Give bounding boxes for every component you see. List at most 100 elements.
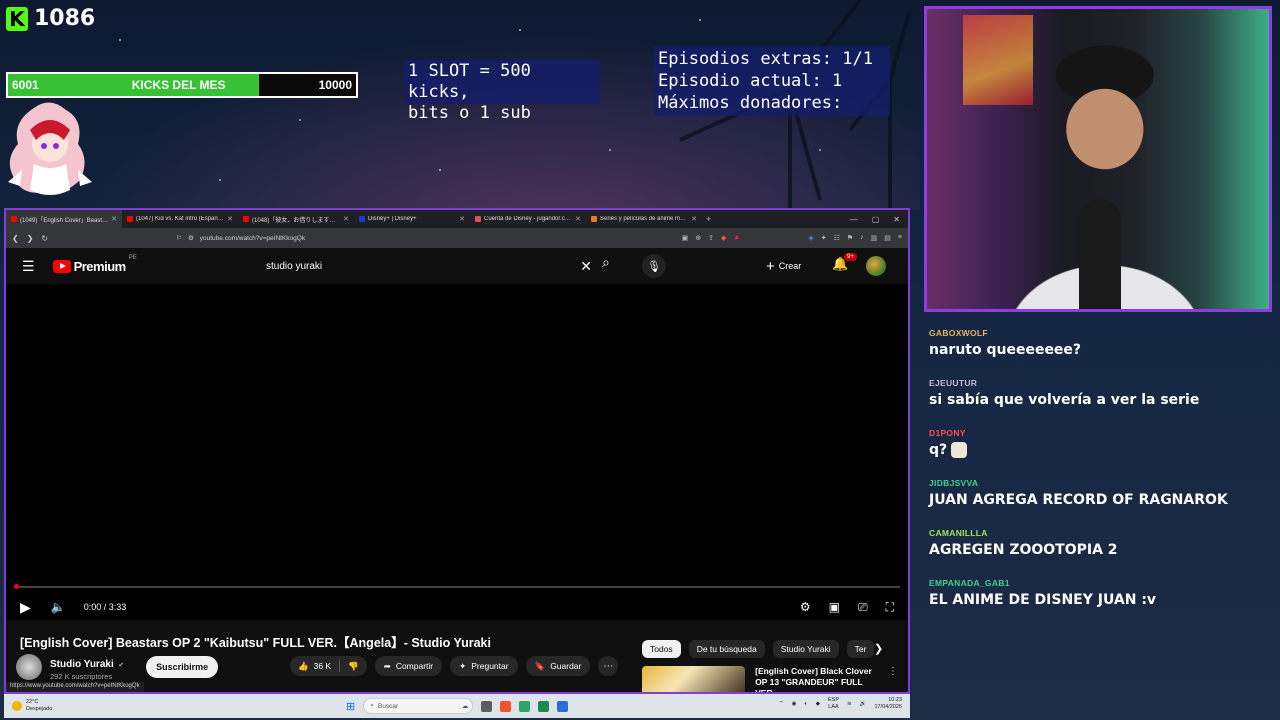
extension-icon[interactable]: ⚑ (847, 234, 853, 242)
maximize-icon[interactable]: ▢ (872, 215, 880, 224)
progress-scrubber[interactable] (14, 584, 19, 589)
chat-emote-icon (951, 442, 968, 458)
create-button[interactable]: + Crear (766, 256, 801, 276)
tray-app-icon[interactable]: ◆ (816, 701, 820, 707)
microphone-icon[interactable]: 🎙 (642, 254, 666, 278)
thumbs-up-icon: 👍 (298, 660, 309, 671)
sidebar-icon[interactable]: ▥ (871, 234, 878, 242)
tray-chevron-icon[interactable]: ⌃ (779, 701, 784, 707)
close-tab-icon[interactable]: ✕ (691, 215, 697, 223)
browser-tab[interactable]: (1047) Kid vs. Kat intro (Español Latin✕ (122, 210, 238, 228)
search-icon[interactable]: ⌕ (602, 254, 610, 271)
search-input[interactable]: studio yuraki ✕ (260, 253, 598, 279)
ask-label: Preguntar (471, 661, 509, 671)
rewards-icon[interactable]: ▲ (733, 234, 740, 242)
minimize-icon[interactable]: — (850, 215, 858, 224)
like-button[interactable]: 👍 36 K (290, 661, 339, 672)
hamburger-menu-icon[interactable]: ☰ (22, 258, 35, 275)
chevron-right-icon[interactable]: ❯ (874, 642, 883, 655)
spreadsheet-app-icon[interactable] (538, 700, 550, 712)
share-button[interactable]: ➦ Compartir (374, 656, 443, 676)
chat-message: GABOXWOLF naruto queeeeeee? (924, 324, 1274, 374)
screenshot-icon[interactable]: ▣ (682, 234, 689, 242)
speaker-icon[interactable]: 🔊 (860, 701, 867, 707)
settings-gear-icon[interactable]: ⚙ (800, 600, 811, 615)
ask-button[interactable]: ✦ Preguntar (450, 656, 518, 676)
translate-icon[interactable]: ◈ (808, 234, 813, 242)
recommended-title[interactable]: [English Cover] Black Clover OP 13 "GRAN… (755, 666, 882, 692)
task-view-icon[interactable] (481, 700, 493, 712)
studio-microphone-image (1079, 199, 1121, 309)
channel-name[interactable]: Studio Yuraki (50, 659, 114, 670)
channel-avatar[interactable] (16, 654, 42, 680)
windows-start-icon[interactable]: ⊞ (346, 700, 355, 713)
account-avatar[interactable] (866, 256, 886, 276)
browser-tab[interactable]: (1049)「English Cover」Beastars ✕ (6, 210, 122, 228)
youtube-premium-logo[interactable]: Premium PE (52, 255, 137, 274)
webcam-feed (924, 6, 1272, 312)
brave-browser-icon[interactable] (500, 700, 512, 712)
clock[interactable]: 10:23 17/04/2026 (874, 697, 902, 711)
play-icon[interactable]: ▶ (20, 599, 31, 616)
wifi-icon[interactable]: ≋ (847, 701, 852, 707)
reload-icon[interactable]: ↻ (41, 234, 48, 243)
volume-icon[interactable]: 🔈 (51, 600, 66, 614)
recommended-video[interactable]: [English Cover] Black Clover OP 13 "GRAN… (642, 666, 898, 692)
browser-tab[interactable]: Cuenta de Disney - jugandor.contac ✕ (470, 210, 586, 228)
url-field[interactable]: ⚐ ⚙ youtube.com/watch?v=peINtKkogQk (176, 231, 616, 245)
kick-logo-icon: K (6, 6, 28, 31)
yt-region: PE (128, 254, 137, 261)
miniplayer-icon[interactable]: ▣ (829, 600, 840, 615)
close-tab-icon[interactable]: ✕ (227, 215, 233, 223)
save-label: Guardar (550, 661, 582, 671)
subscribe-button[interactable]: Suscribirme (146, 656, 219, 678)
save-button[interactable]: 🔖 Guardar (525, 656, 591, 676)
filter-chip[interactable]: De tu búsqueda (688, 640, 765, 658)
extension-icon[interactable]: ✦ (821, 234, 827, 242)
thumbs-down-icon: 👎 (348, 660, 359, 671)
close-tab-icon[interactable]: ✕ (343, 215, 349, 223)
language-indicator[interactable]: ESP LAA (828, 697, 839, 711)
filter-chip[interactable]: Studio Yuraki (772, 640, 839, 658)
video-player[interactable]: ▶ 🔈 0:00 / 3:33 ⚙ ▣ ⎚ ⛶ (6, 284, 908, 620)
share-icon[interactable]: ⇪ (708, 234, 714, 242)
bookmark-icon[interactable]: ⚐ (176, 234, 182, 242)
forward-icon[interactable]: ❯ (27, 234, 34, 243)
taskbar-search[interactable]: ⌕ Buscar ☁ (363, 698, 474, 714)
kebab-menu-icon[interactable]: ⋮ (888, 666, 898, 692)
zoom-icon[interactable]: ⊕ (695, 234, 701, 242)
clear-search-icon[interactable]: ✕ (580, 258, 592, 275)
tab-label: (1049)「English Cover」Beastars (20, 217, 109, 224)
time-display: 0:00 / 3:33 (83, 602, 127, 612)
back-icon[interactable]: ❮ (12, 234, 19, 243)
close-tab-icon[interactable]: ✕ (575, 215, 581, 223)
close-tab-icon[interactable]: ✕ (111, 215, 117, 223)
app-icon[interactable] (519, 700, 531, 712)
site-info-icon[interactable]: ⚙ (188, 234, 194, 242)
word-app-icon[interactable] (557, 700, 569, 712)
fullscreen-icon[interactable]: ⛶ (886, 600, 894, 615)
menu-icon[interactable]: ≡ (898, 234, 902, 242)
brave-shield-icon[interactable]: ◆ (721, 234, 726, 242)
close-window-icon[interactable]: ✕ (893, 215, 900, 224)
wallet-icon[interactable]: ▤ (884, 234, 891, 242)
video-progress-bar[interactable] (14, 584, 900, 589)
dislike-button[interactable]: 👎 (340, 661, 367, 672)
chibi-character-image (8, 102, 92, 195)
filter-chip[interactable]: Todos (642, 640, 681, 658)
more-options-icon[interactable]: ⋯ (598, 656, 619, 676)
new-tab-button[interactable]: + (702, 214, 715, 224)
tray-app-icon[interactable]: ◉ (792, 701, 797, 707)
close-tab-icon[interactable]: ✕ (459, 215, 465, 223)
recommended-thumbnail[interactable] (642, 666, 746, 692)
filter-chip[interactable]: Ter (846, 640, 875, 658)
music-icon[interactable]: ♪ (860, 234, 864, 242)
weather-widget[interactable]: 22°C Despejado (4, 699, 52, 713)
tray-app-icon[interactable]: ◐ (804, 701, 807, 707)
extension-icon[interactable]: ☷ (834, 234, 840, 242)
cast-icon[interactable]: ⎚ (858, 600, 868, 615)
weather-temp: 22°C (26, 699, 39, 705)
browser-tab[interactable]: (1048)「彼女、お借りします」第5期✕ (238, 210, 354, 228)
browser-tab[interactable]: Disney+ | Disney+ ✕ (354, 210, 470, 228)
browser-tab[interactable]: Series y películas de anime más pop✕ (586, 210, 702, 228)
